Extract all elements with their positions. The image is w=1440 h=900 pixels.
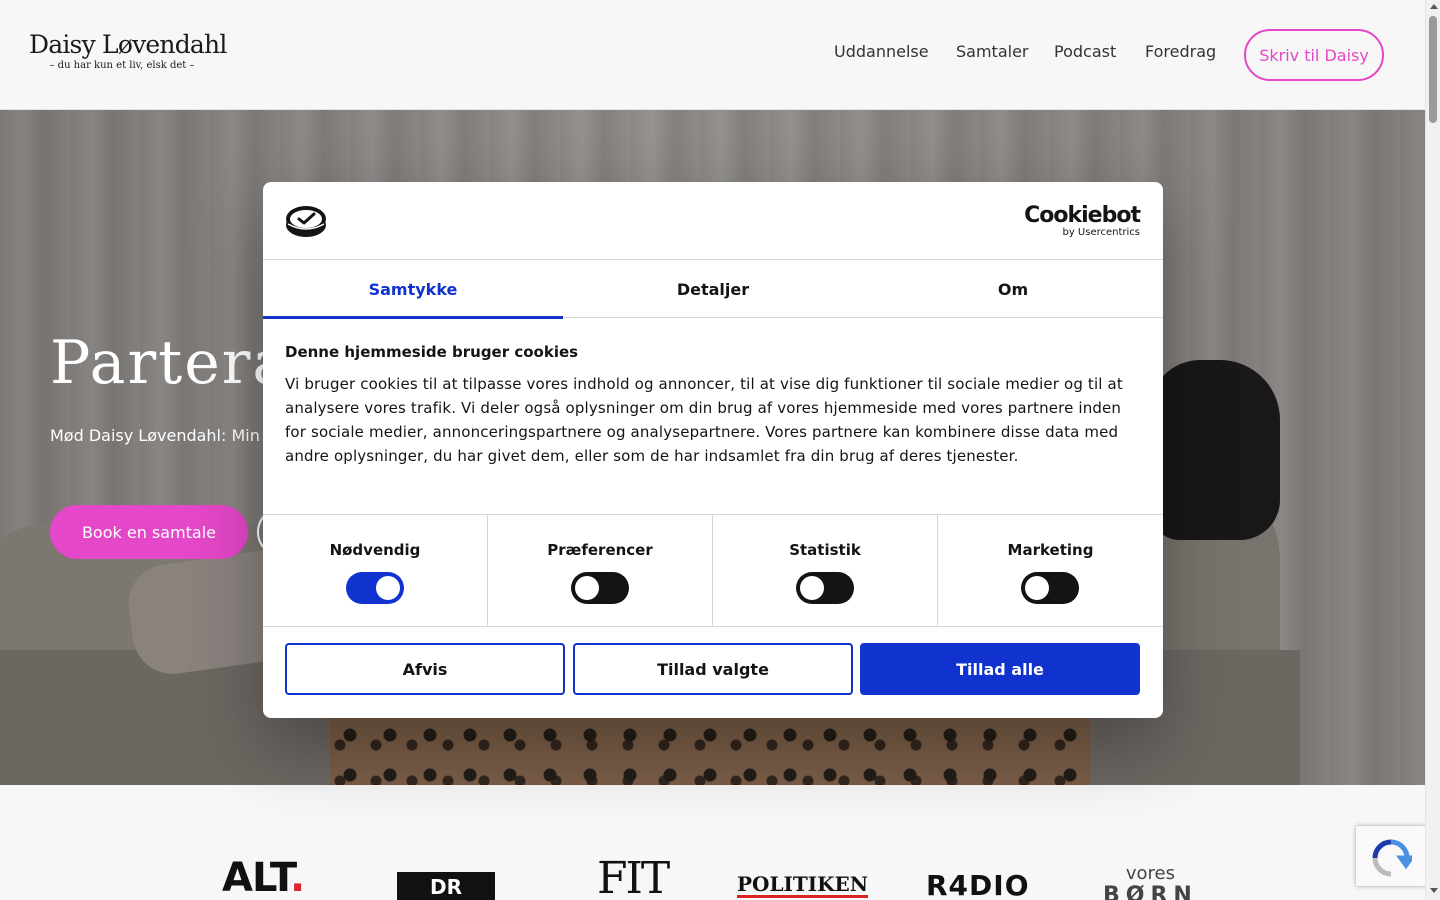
toggle-label-praeferencer: Præferencer bbox=[547, 541, 653, 559]
tab-samtykke[interactable]: Samtykke bbox=[263, 260, 563, 319]
scroll-up-arrow-icon[interactable] bbox=[1430, 4, 1438, 9]
nav-item-foredrag[interactable]: Foredrag bbox=[1145, 42, 1216, 66]
press-logo-fit: FIT bbox=[597, 853, 670, 900]
cookie-dialog-body: Denne hjemmeside bruger cookies Vi bruge… bbox=[285, 342, 1145, 468]
press-logos: ALT. DR FIT POLITIKEN R4DIO vores BØRN bbox=[0, 785, 1425, 900]
scroll-down-arrow-icon[interactable] bbox=[1430, 888, 1438, 893]
contact-button[interactable]: Skriv til Daisy bbox=[1244, 29, 1384, 81]
toggle-knob bbox=[376, 576, 400, 600]
toggle-col-statistik: Statistik bbox=[713, 515, 938, 627]
press-logo-radio: R4DIO bbox=[926, 869, 1030, 900]
cookiebot-brand-name: Cookiebot bbox=[1024, 203, 1141, 228]
cookie-dialog-title: Denne hjemmeside bruger cookies bbox=[285, 343, 579, 361]
scroll-thumb[interactable] bbox=[1429, 16, 1437, 123]
tab-om[interactable]: Om bbox=[863, 260, 1163, 318]
nav-item-samtaler[interactable]: Samtaler bbox=[956, 42, 1029, 66]
recaptcha-icon bbox=[1372, 839, 1412, 877]
press-logo-alt: ALT. bbox=[222, 855, 305, 900]
toggle-knob bbox=[575, 576, 599, 600]
press-logo-vores-born: vores BØRN bbox=[1103, 865, 1198, 900]
tab-detaljer[interactable]: Detaljer bbox=[563, 260, 863, 318]
toggle-col-praeferencer: Præferencer bbox=[488, 515, 713, 627]
toggle-label-nodvendig: Nødvendig bbox=[329, 541, 421, 559]
toggle-label-statistik: Statistik bbox=[789, 541, 861, 559]
press-logo-born: BØRN bbox=[1103, 883, 1198, 900]
cookiebot-logo-icon bbox=[285, 204, 327, 242]
toggle-knob bbox=[800, 576, 824, 600]
book-session-button[interactable]: Book en samtale bbox=[50, 505, 248, 559]
cookiebot-brand-by: by Usercentrics bbox=[1062, 227, 1140, 238]
toggle-statistik[interactable] bbox=[796, 572, 854, 604]
logo-tagline: – du har kun et liv, elsk det – bbox=[49, 60, 195, 71]
toggle-praeferencer[interactable] bbox=[571, 572, 629, 604]
page-scrollbar[interactable] bbox=[1425, 0, 1440, 900]
site-header: Daisy Løvendahl – du har kun et liv, els… bbox=[0, 0, 1425, 110]
recaptcha-badge[interactable] bbox=[1355, 825, 1427, 887]
press-logo-dr: DR bbox=[397, 872, 495, 900]
press-logo-vores: vores bbox=[1125, 863, 1175, 884]
nav-item-uddannelse[interactable]: Uddannelse bbox=[834, 42, 929, 66]
toggle-col-marketing: Marketing bbox=[938, 515, 1163, 627]
press-logo-politiken: POLITIKEN bbox=[737, 872, 869, 898]
nav-item-podcast[interactable]: Podcast bbox=[1054, 42, 1116, 66]
cookie-dialog-header: Cookiebot by Usercentrics bbox=[263, 182, 1163, 260]
toggle-knob bbox=[1025, 576, 1049, 600]
logo-name: Daisy Løvendahl bbox=[29, 30, 227, 59]
cookie-dialog-buttons: Afvis Tillad valgte Tillad alle bbox=[285, 643, 1141, 695]
press-logo-alt-text: ALT bbox=[222, 855, 291, 900]
cookiebot-brand: Cookiebot by Usercentrics bbox=[1024, 203, 1141, 238]
press-logo-alt-dot: . bbox=[290, 855, 305, 900]
cookie-consent-dialog: Cookiebot by Usercentrics Samtykke Detal… bbox=[263, 182, 1163, 718]
hero-subtitle: Mød Daisy Løvendahl: Min bbox=[50, 426, 260, 445]
reject-button[interactable]: Afvis bbox=[285, 643, 565, 695]
site-logo[interactable]: Daisy Løvendahl – du har kun et liv, els… bbox=[29, 30, 227, 72]
cookie-category-toggles: Nødvendig Præferencer Statistik Marketin… bbox=[263, 514, 1163, 627]
cookie-dialog-tabs: Samtykke Detaljer Om bbox=[263, 260, 1163, 319]
allow-all-button[interactable]: Tillad alle bbox=[860, 643, 1140, 695]
toggle-label-marketing: Marketing bbox=[1007, 541, 1094, 559]
toggle-col-nodvendig: Nødvendig bbox=[263, 515, 488, 627]
allow-selected-button[interactable]: Tillad valgte bbox=[573, 643, 853, 695]
toggle-nodvendig[interactable] bbox=[346, 572, 404, 604]
cookie-dialog-text: Vi bruger cookies til at tilpasse vores … bbox=[285, 375, 1123, 465]
toggle-marketing[interactable] bbox=[1021, 572, 1079, 604]
